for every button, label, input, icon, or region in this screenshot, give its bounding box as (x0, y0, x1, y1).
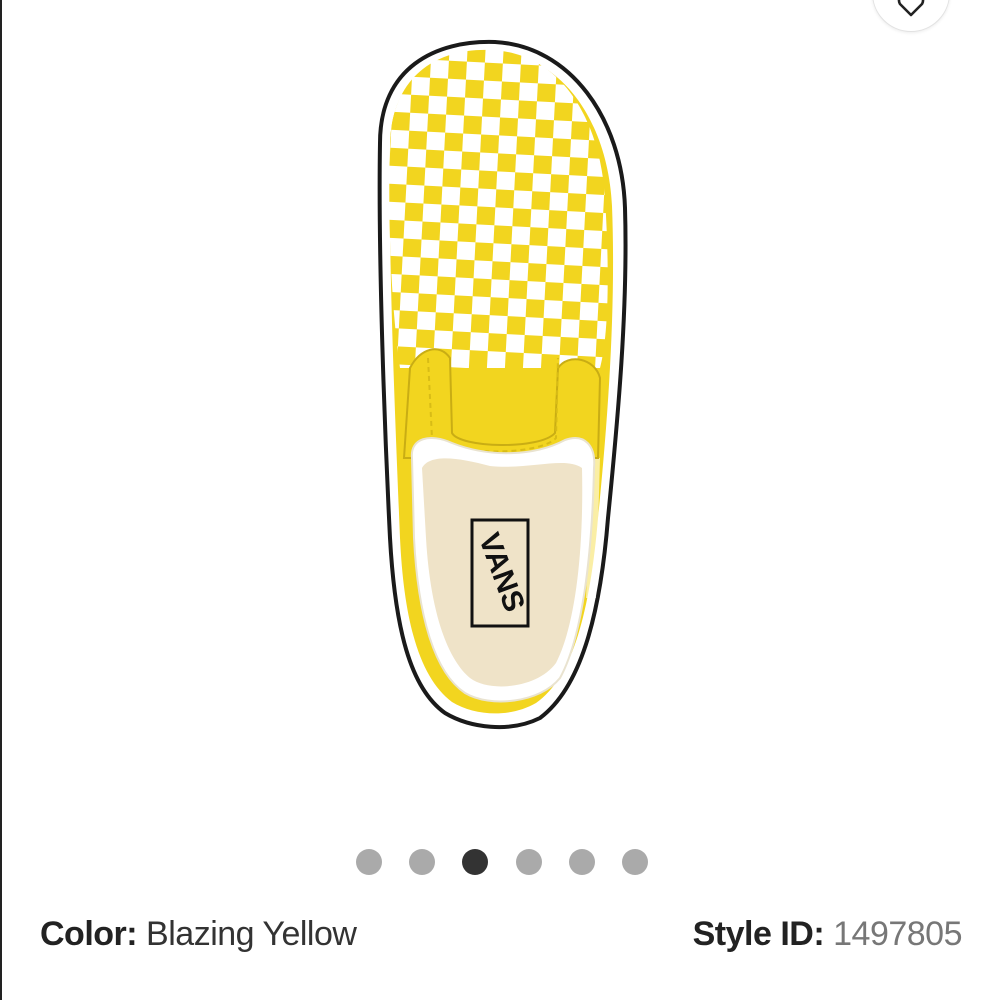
favorite-button[interactable] (872, 0, 950, 32)
carousel-dot[interactable] (409, 849, 436, 875)
heart-icon (897, 0, 925, 19)
product-page: VANS Color: Blazing Yellow Style ID: 149… (0, 0, 1000, 1000)
carousel-dot[interactable] (568, 849, 595, 875)
carousel-dot[interactable] (621, 849, 648, 875)
product-image[interactable]: VANS (360, 38, 640, 738)
color-label: Color: (40, 914, 138, 953)
left-divider (0, 0, 2, 1000)
product-info-row: Color: Blazing Yellow Style ID: 1497805 (40, 912, 962, 956)
color-value: Blazing Yellow (146, 914, 357, 953)
carousel-dot[interactable] (462, 849, 489, 875)
color-info: Color: Blazing Yellow (40, 914, 357, 954)
image-carousel-dots (356, 848, 648, 876)
carousel-dot[interactable] (356, 849, 382, 875)
style-id-info: Style ID: 1497805 (692, 914, 963, 954)
style-id-value: 1497805 (833, 914, 962, 953)
carousel-dot[interactable] (515, 849, 542, 875)
style-id-label: Style ID: (692, 914, 825, 953)
